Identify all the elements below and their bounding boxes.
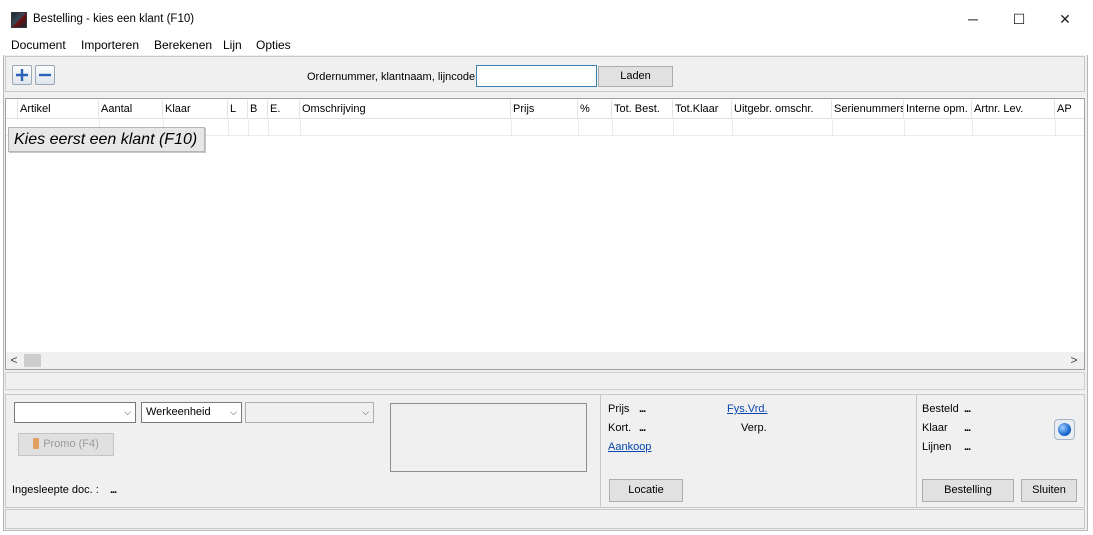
column-header-serienummers[interactable]: Serienummers [832,100,904,119]
grid-cell-divider [1055,119,1056,136]
grid-cell-divider [228,119,229,136]
column-header-artikel[interactable]: Artikel [18,100,99,119]
purchase-link[interactable]: Aankoop [608,441,651,453]
horizontal-scrollbar[interactable] [6,352,1084,369]
column-header-omschrijving[interactable]: Omschrijving [300,100,511,119]
column-header-b[interactable]: B [248,100,268,119]
discount-value: ... [639,422,646,434]
unit-combo-value: Werkeenheid [146,406,211,418]
menu-document[interactable]: Document [11,38,66,52]
grid-cell-divider [578,119,579,136]
lines-value: ... [964,441,971,453]
grid-cell-divider [300,119,301,136]
close-icon[interactable]: ✕ [1050,10,1080,28]
scroll-thumb[interactable] [24,354,41,367]
column-header-tot-klaar[interactable]: Tot.Klaar [673,100,732,119]
promo-icon [33,438,40,449]
scroll-left-icon[interactable]: < [6,352,22,369]
chevron-down-icon: ⌵ [362,407,369,417]
ordered-label: Besteld [922,403,959,415]
grid-cell-divider [732,119,733,136]
unit-combo[interactable]: Werkeenheid ⌵ [141,402,242,423]
preview-box [390,403,587,472]
column-header-klaar[interactable]: Klaar [163,100,228,119]
choose-customer-button[interactable]: Kies eerst een klant (F10) [8,127,205,152]
ready-label: Klaar [922,422,948,434]
grid-cell-divider [904,119,905,136]
minimize-icon[interactable]: ─ [958,10,988,28]
order-button[interactable]: Bestelling [922,479,1014,502]
app-icon [11,12,27,28]
column-header-prijs[interactable]: Prijs [511,100,578,119]
plus-icon [16,69,28,81]
ordered-value: ... [964,403,971,415]
discount-label: Kort. [608,422,632,434]
column-header-l[interactable]: L [228,100,248,119]
close-button[interactable]: Sluiten [1021,479,1077,502]
column-header-uitgebr-omschr[interactable]: Uitgebr. omschr. [732,100,832,119]
price-label: Prijs [608,403,630,415]
promo-button-label: Promo (F4) [43,438,99,450]
status-bar [5,509,1085,529]
maximize-icon[interactable]: ☐ [1004,10,1034,28]
ready-value: ... [964,422,971,434]
panel-divider [600,395,601,507]
dragged-docs-value: ... [110,484,117,496]
globe-refresh-icon [1058,423,1071,436]
column-header-aantal[interactable]: Aantal [99,100,163,119]
menu-lijn[interactable]: Lijn [223,38,242,52]
load-button[interactable]: Laden [598,66,673,87]
packaging-label: Verp. [741,422,767,434]
minus-icon [39,73,51,77]
grid-cell-divider [248,119,249,136]
promo-button[interactable]: Promo (F4) [18,433,114,456]
chevron-down-icon: ⌵ [124,407,131,417]
physical-stock-link[interactable]: Fys.Vrd. [727,403,768,415]
column-header-tot-best[interactable]: Tot. Best. [612,100,673,119]
column-header-ap[interactable]: AP [1055,100,1084,119]
grid-cell-divider [972,119,973,136]
menu-opties[interactable]: Opties [256,38,291,52]
window-title: Bestelling - kies een klant (F10) [33,13,195,25]
add-line-button[interactable] [12,65,32,85]
combo-3[interactable]: ⌵ [245,402,374,423]
combo-1[interactable]: ⌵ [14,402,136,423]
menu-berekenen[interactable]: Berekenen [154,38,212,52]
grid-cell-divider [832,119,833,136]
order-search-input[interactable] [476,65,597,87]
order-search-label: Ordernummer, klantnaam, lijncode [307,71,476,83]
dragged-docs-label: Ingesleepte doc. : [12,484,99,496]
grid-cell-divider [673,119,674,136]
column-indicator [6,100,18,119]
column-header-percent[interactable]: % [578,100,612,119]
menu-importeren[interactable]: Importeren [81,38,139,52]
scroll-right-icon[interactable]: > [1066,352,1082,369]
price-value: ... [639,403,646,415]
refresh-button[interactable] [1054,419,1075,440]
grid-cell-divider [268,119,269,136]
location-button[interactable]: Locatie [609,479,683,502]
column-header-e[interactable]: E. [268,100,300,119]
grid-cell-divider [612,119,613,136]
grid-cell-divider [511,119,512,136]
lines-label: Lijnen [922,441,952,453]
column-header-interne-opm[interactable]: Interne opm. [904,100,972,119]
remove-line-button[interactable] [35,65,55,85]
column-header-artnr-lev[interactable]: Artnr. Lev. [972,100,1055,119]
chevron-down-icon: ⌵ [230,407,237,417]
panel-divider [916,395,917,507]
status-strip [5,372,1085,390]
